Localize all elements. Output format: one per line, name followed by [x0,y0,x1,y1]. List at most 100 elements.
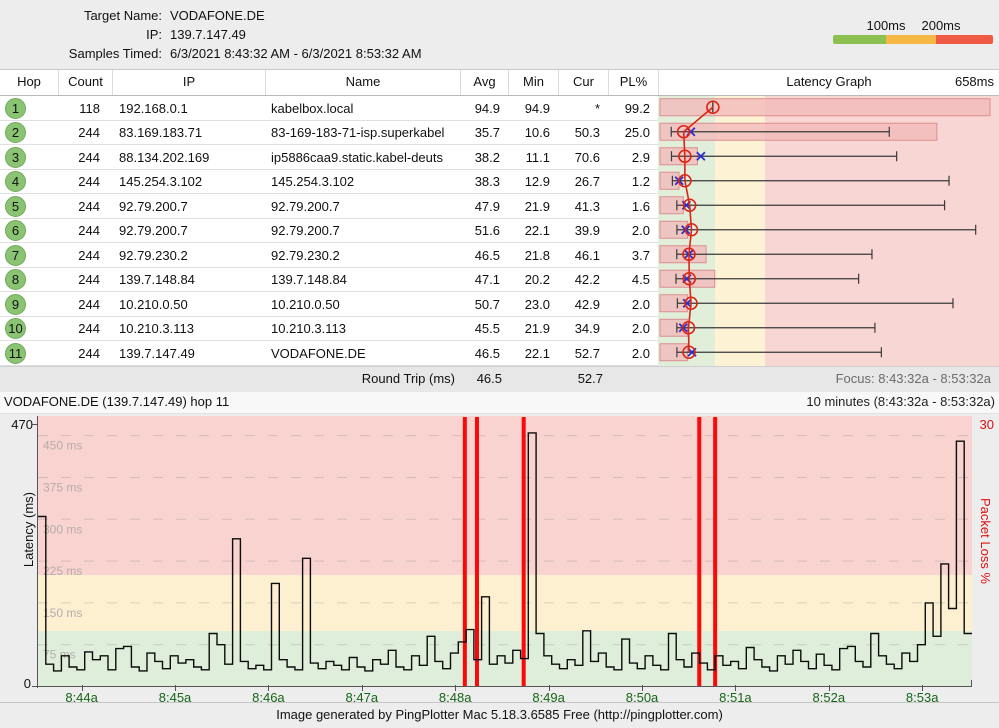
hop-cell: 11 [0,343,58,364]
focus-range: Focus: 8:43:32a - 8:53:32a [836,367,991,391]
hop-cell: 2 [0,122,58,143]
ip-cell: 10.210.3.113 [112,321,265,336]
pl-cell: 1.2 [608,174,658,189]
timeline-header: VODAFONE.DE (139.7.147.49) hop 11 10 min… [0,392,999,414]
y-axis-zero-label: 0 [0,676,31,691]
hop-row[interactable]: 11 244 139.7.147.49 VODAFONE.DE 46.5 22.… [0,341,999,366]
name-cell: 139.7.148.84 [265,272,460,287]
pl-cell: 2.0 [608,346,658,361]
generator-text: Image generated by PingPlotter Mac 5.18.… [276,707,723,722]
hop-cell: 5 [0,196,58,217]
count-cell: 244 [58,125,112,140]
ip-cell: 92.79.200.7 [112,223,265,238]
hop-cell: 4 [0,171,58,192]
name-cell: VODAFONE.DE [265,346,460,361]
pl-cell: 2.9 [608,150,658,165]
trace-table-body: 1 118 192.168.0.1 kabelbox.local 94.9 94… [0,96,999,366]
cur-cell: 26.7 [558,174,608,189]
pl-cell: 25.0 [608,125,658,140]
legend-100ms-label: 100ms [866,18,905,33]
avg-cell: 46.5 [460,346,508,361]
hop-row[interactable]: 10 244 10.210.3.113 10.210.3.113 45.5 21… [0,317,999,342]
min-cell: 21.9 [508,199,558,214]
latency-graph-cell [658,170,999,195]
col-header-count[interactable]: Count [58,70,112,95]
count-cell: 244 [58,248,112,263]
generator-footer: Image generated by PingPlotter Mac 5.18.… [0,702,999,728]
trace-table-header: Hop Count IP Name Avg Min Cur PL% Latenc… [0,70,999,96]
count-cell: 244 [58,346,112,361]
min-cell: 11.1 [508,150,558,165]
avg-cell: 94.9 [460,101,508,116]
round-trip-avg: 46.5 [477,367,502,391]
target-name-label: Target Name: [0,6,162,25]
min-cell: 21.8 [508,248,558,263]
hop-row[interactable]: 2 244 83.169.183.71 83-169-183-71-isp.su… [0,121,999,146]
hop-number-badge: 6 [5,220,26,241]
avg-cell: 47.1 [460,272,508,287]
ip-cell: 88.134.202.169 [112,150,265,165]
hop-number-badge: 8 [5,269,26,290]
latency-graph-cell [658,317,999,342]
cur-cell: 41.3 [558,199,608,214]
col-header-name[interactable]: Name [265,70,460,95]
ip-cell: 192.168.0.1 [112,101,265,116]
hop-row[interactable]: 8 244 139.7.148.84 139.7.148.84 47.1 20.… [0,268,999,293]
min-cell: 20.2 [508,272,558,287]
avg-cell: 51.6 [460,223,508,238]
latency-graph-cell [658,96,999,121]
hop-row[interactable]: 9 244 10.210.0.50 10.210.0.50 50.7 23.0 … [0,292,999,317]
col-header-avg[interactable]: Avg [460,70,508,95]
col-header-hop[interactable]: Hop [0,70,58,95]
name-cell: kabelbox.local [265,101,460,116]
y-axis-title: Latency (ms) [21,492,36,567]
timeline-plot-area: 450 ms375 ms300 ms225 ms150 ms75 ms [38,416,972,687]
pl-cell: 2.0 [608,297,658,312]
pl-cell: 4.5 [608,272,658,287]
hop-row[interactable]: 3 244 88.134.202.169 ip5886caa9.static.k… [0,145,999,170]
svg-text:375 ms: 375 ms [43,480,82,494]
target-ip-label: IP: [0,25,162,44]
hop-row[interactable]: 1 118 192.168.0.1 kabelbox.local 94.9 94… [0,96,999,121]
latency-graph-cell [658,121,999,146]
col-header-ip[interactable]: IP [112,70,265,95]
col-header-latency-graph[interactable]: Latency Graph 658ms [658,70,999,95]
min-cell: 94.9 [508,101,558,116]
min-cell: 10.6 [508,125,558,140]
avg-cell: 47.9 [460,199,508,214]
ip-cell: 83.169.183.71 [112,125,265,140]
hop-cell: 3 [0,147,58,168]
target-ip-value: 139.7.147.49 [170,25,246,44]
target-summary: Target Name: VODAFONE.DE IP: 139.7.147.4… [0,0,999,70]
latency-timeline-chart[interactable]: 470 0 Latency (ms) 30 Packet Loss % 450 … [0,414,999,705]
ip-cell: 139.7.148.84 [112,272,265,287]
count-cell: 244 [58,150,112,165]
col-header-cur[interactable]: Cur [558,70,608,95]
ip-cell: 10.210.0.50 [112,297,265,312]
avg-cell: 35.7 [460,125,508,140]
hop-row[interactable]: 5 244 92.79.200.7 92.79.200.7 47.9 21.9 … [0,194,999,219]
pl-cell: 2.0 [608,321,658,336]
legend-200ms-label: 200ms [921,18,960,33]
col-header-pl[interactable]: PL% [608,70,658,95]
latency-graph-cell [658,145,999,170]
count-cell: 244 [58,321,112,336]
latency-graph-cell [658,219,999,244]
hop-row[interactable]: 6 244 92.79.200.7 92.79.200.7 51.6 22.1 … [0,219,999,244]
hop-number-badge: 9 [5,294,26,315]
name-cell: 92.79.230.2 [265,248,460,263]
min-cell: 21.9 [508,321,558,336]
col-header-min[interactable]: Min [508,70,558,95]
timeline-duration: 10 minutes (8:43:32a - 8:53:32a) [806,392,995,412]
avg-cell: 38.2 [460,150,508,165]
hop-row[interactable]: 4 244 145.254.3.102 145.254.3.102 38.3 1… [0,170,999,195]
min-cell: 22.1 [508,346,558,361]
hop-cell: 1 [0,98,58,119]
name-cell: 145.254.3.102 [265,174,460,189]
svg-text:150 ms: 150 ms [43,605,82,619]
y-axis-zero-tick [32,686,37,687]
hop-row[interactable]: 7 244 92.79.230.2 92.79.230.2 46.5 21.8 … [0,243,999,268]
count-cell: 118 [58,101,112,116]
avg-cell: 50.7 [460,297,508,312]
name-cell: 92.79.200.7 [265,223,460,238]
